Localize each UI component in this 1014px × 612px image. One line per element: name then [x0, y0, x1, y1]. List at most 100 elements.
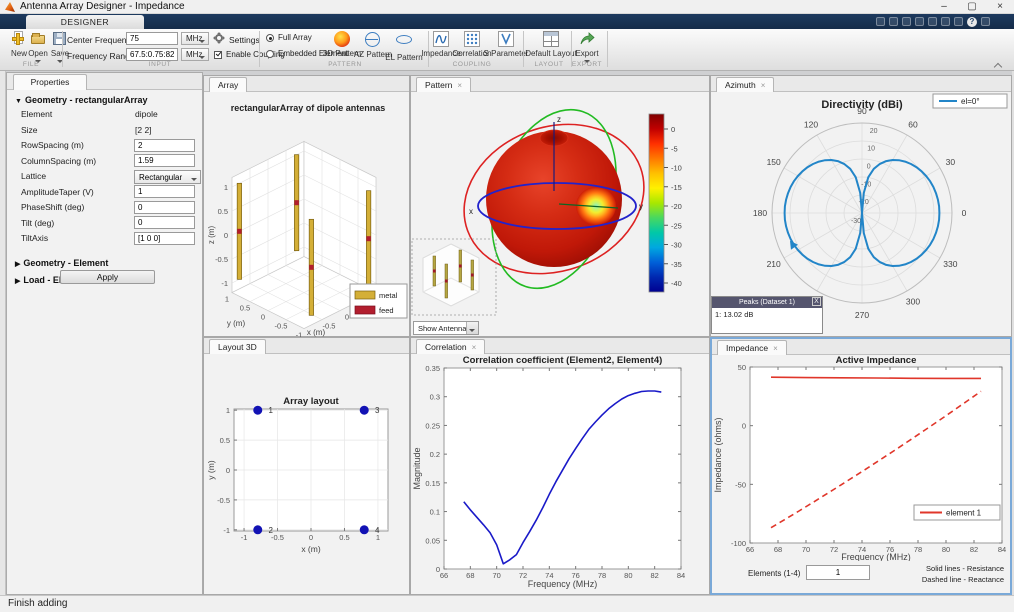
svg-text:0: 0 [671, 125, 675, 134]
svg-text:-5: -5 [671, 144, 678, 153]
azimuth-tabstrip: Azimuth × [711, 76, 1011, 92]
center-frequency-label: Center Frequency [67, 35, 136, 45]
columnspacing-field[interactable] [134, 154, 195, 167]
center-frequency-unit-select[interactable]: MHz [181, 32, 209, 45]
save-icon[interactable] [876, 17, 885, 26]
tiltaxis-field[interactable] [134, 231, 195, 245]
show-antenna-select[interactable]: Show Antenna [413, 321, 479, 335]
svg-text:x (m): x (m) [301, 544, 321, 554]
svg-text:150: 150 [767, 157, 781, 167]
svg-text:rectangularArray of dipole ant: rectangularArray of dipole antennas [231, 103, 386, 113]
svg-text:0.15: 0.15 [425, 479, 440, 488]
svg-text:-1: -1 [241, 533, 248, 542]
tab-layout-3d[interactable]: Layout 3D [209, 339, 266, 354]
close-tab-icon[interactable]: × [472, 343, 477, 352]
phaseshift-field[interactable] [134, 200, 195, 214]
rowspacing-field[interactable] [134, 138, 195, 152]
close-tab-icon[interactable]: × [761, 81, 766, 90]
azimuth-panel: Azimuth× 0306090120150180210240270300330… [710, 75, 1012, 337]
settings-button[interactable]: Settings [229, 35, 260, 45]
svg-text:0.3: 0.3 [430, 393, 440, 402]
apply-button[interactable]: Apply [60, 270, 155, 284]
undo-icon[interactable] [928, 17, 937, 26]
close-icon[interactable]: X [812, 297, 821, 306]
matlab-app-icon [5, 2, 15, 12]
lattice-select[interactable]: Rectangular [134, 169, 201, 184]
antenna-array-designer-app: Antenna Array Designer - Impedance – ▢ ×… [0, 0, 1014, 612]
maximize-button[interactable]: ▢ [958, 0, 986, 14]
collapse-ribbon-icon[interactable] [994, 63, 1002, 68]
3d-pattern-sphere-icon [334, 31, 350, 47]
cut-icon[interactable] [889, 17, 898, 26]
svg-text:300: 300 [906, 296, 920, 306]
help-icon[interactable]: ? [967, 17, 977, 27]
amplitudetaper-field[interactable] [134, 185, 195, 198]
redo-icon[interactable] [941, 17, 950, 26]
svg-text:60: 60 [908, 120, 918, 130]
impedance-tabstrip: Impedance × [712, 339, 1010, 355]
el-pattern-button[interactable]: EL Pattern [384, 31, 424, 62]
svg-text:-100: -100 [731, 539, 746, 548]
svg-text:66: 66 [440, 571, 448, 580]
svg-text:z: z [557, 115, 561, 124]
peaks-overlay[interactable]: Peaks (Dataset 1) X 1: 13.02 dB [711, 296, 823, 334]
elements-input[interactable] [806, 565, 870, 580]
svg-text:-40: -40 [671, 279, 682, 288]
copy-icon[interactable] [902, 17, 911, 26]
tab-correlation[interactable]: Correlation × [416, 339, 486, 354]
svg-text:Magnitude: Magnitude [412, 447, 422, 489]
tab-properties[interactable]: Properties [13, 74, 87, 90]
property-row: AmplitudeTaper (V) [7, 185, 202, 201]
svg-text:30: 30 [946, 157, 956, 167]
svg-text:Frequency (MHz): Frequency (MHz) [528, 579, 598, 589]
svg-text:0: 0 [345, 313, 349, 322]
svg-text:0: 0 [742, 422, 746, 431]
more-options-icon[interactable] [981, 17, 990, 26]
minimize-button[interactable]: – [930, 0, 958, 14]
svg-text:0.5: 0.5 [220, 436, 230, 445]
peaks-header[interactable]: Peaks (Dataset 1) X [712, 297, 822, 308]
full-array-radio[interactable] [266, 34, 274, 42]
tab-array[interactable]: Array [209, 77, 248, 92]
tab-azimuth[interactable]: Azimuth × [716, 77, 775, 92]
tab-impedance[interactable]: Impedance × [717, 340, 787, 355]
svg-text:Active Impedance: Active Impedance [836, 355, 917, 366]
print-icon[interactable] [954, 17, 963, 26]
close-tab-icon[interactable]: × [773, 344, 778, 353]
svg-text:0: 0 [436, 565, 440, 574]
section-geometry-element[interactable]: ▶ Geometry - Element [7, 253, 202, 270]
svg-text:0.35: 0.35 [425, 364, 440, 373]
correlation-plot: 66 68 70 72 74 76 78 80 82 84 0 0.05 0.1 0.15 0.2 0.25 0… [411, 354, 709, 595]
tab-designer[interactable]: DESIGNER [26, 15, 144, 29]
paste-icon[interactable] [915, 17, 924, 26]
svg-text:80: 80 [942, 545, 950, 554]
array-plot: rectangularArray of dipole antennas 1 0.5 0… [204, 92, 409, 340]
svg-text:270: 270 [855, 310, 869, 320]
section-geometry-array[interactable]: ▼ Geometry - rectangularArray [7, 90, 202, 107]
center-frequency-input[interactable] [126, 32, 178, 45]
enable-coupling-checkbox[interactable] [214, 51, 222, 59]
svg-text:66: 66 [746, 545, 754, 554]
frequency-range-unit-select[interactable]: MHz [181, 48, 209, 61]
frequency-range-input[interactable] [126, 48, 178, 61]
svg-text:68: 68 [466, 571, 474, 580]
file-group-label: FILE [22, 61, 40, 68]
tilt-field[interactable] [134, 216, 195, 229]
close-tab-icon[interactable]: × [457, 81, 462, 90]
settings-gear-icon[interactable] [213, 32, 226, 45]
svg-text:70: 70 [802, 545, 810, 554]
svg-text:-35: -35 [671, 260, 682, 269]
pattern-tabstrip: Pattern × [411, 76, 709, 92]
array-panel: Array rectangularArray of dipole antenna… [203, 75, 410, 340]
close-button[interactable]: × [986, 0, 1014, 14]
tab-pattern[interactable]: Pattern × [416, 77, 472, 92]
embedded-element-radio[interactable] [266, 50, 274, 58]
svg-text:z (m): z (m) [207, 226, 216, 245]
svg-text:0: 0 [867, 163, 871, 170]
export-button[interactable]: Export [568, 31, 606, 63]
element-value: dipole [135, 109, 158, 119]
svg-text:Frequency (MHz): Frequency (MHz) [841, 552, 911, 561]
svg-text:-15: -15 [671, 183, 682, 192]
svg-text:x (m): x (m) [307, 328, 326, 337]
svg-text:78: 78 [598, 571, 606, 580]
